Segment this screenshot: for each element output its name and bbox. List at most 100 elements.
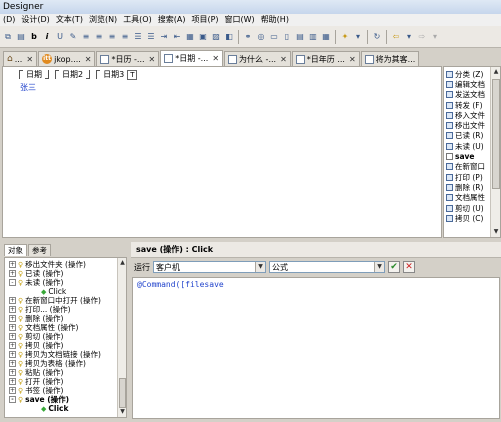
- expand-icon[interactable]: +: [9, 270, 16, 277]
- magic-wand-icon[interactable]: ✦: [339, 31, 351, 43]
- link-icon[interactable]: ⚭: [242, 31, 254, 43]
- menu-item-search[interactable]: 搜索(A): [155, 14, 189, 26]
- cancel-button[interactable]: ✕: [403, 261, 415, 273]
- form-design-canvas[interactable]: 日期 日期2 日期3 T 张三: [2, 66, 442, 238]
- menu-item-window[interactable]: 窗口(W): [222, 14, 258, 26]
- justify-icon[interactable]: ≡: [119, 31, 131, 43]
- scroll-thumb[interactable]: [492, 79, 500, 189]
- menu-item-tools[interactable]: 工具(O): [120, 14, 155, 26]
- forward-icon[interactable]: ⇨: [416, 31, 428, 43]
- close-icon[interactable]: ✕: [212, 54, 219, 63]
- tree-node[interactable]: ◆ Click: [41, 404, 68, 413]
- action-item[interactable]: 转发 (F): [446, 100, 490, 110]
- expand-icon[interactable]: +: [9, 351, 16, 358]
- bold-icon[interactable]: b: [28, 31, 40, 43]
- expand-icon[interactable]: +: [9, 315, 16, 322]
- dropdown-arrow-icon[interactable]: ▾: [352, 31, 364, 43]
- scroll-up-icon[interactable]: ▲: [118, 258, 126, 268]
- outdent-icon[interactable]: ⇤: [171, 31, 183, 43]
- tab-client[interactable]: 将为其客...: [360, 51, 420, 66]
- highlight-icon[interactable]: ✎: [67, 31, 79, 43]
- close-icon[interactable]: ✕: [149, 55, 156, 64]
- copy-icon[interactable]: ⧉: [2, 31, 14, 43]
- button-icon[interactable]: ▭: [268, 31, 280, 43]
- refresh-icon[interactable]: ↻: [371, 31, 383, 43]
- hotspot-icon[interactable]: ◎: [255, 31, 267, 43]
- scroll-down-icon[interactable]: ▼: [118, 407, 126, 417]
- formula-code-editor[interactable]: @Command([filesave: [132, 277, 500, 419]
- action-item[interactable]: 拷贝 (C): [446, 213, 490, 223]
- menu-item-view[interactable]: 浏览(N): [86, 14, 120, 26]
- expand-icon[interactable]: +: [9, 360, 16, 367]
- scroll-thumb[interactable]: [119, 378, 126, 408]
- accept-button[interactable]: ✔: [388, 261, 400, 273]
- expand-icon[interactable]: +: [9, 387, 16, 394]
- action-item[interactable]: 移出文件: [446, 120, 490, 130]
- expand-icon[interactable]: +: [9, 261, 16, 268]
- menu-item-text[interactable]: 文本(T): [53, 14, 86, 26]
- back-icon[interactable]: ⇦: [390, 31, 402, 43]
- close-icon[interactable]: ✕: [85, 55, 92, 64]
- date-field[interactable]: 日期: [19, 69, 49, 80]
- bullet-list-icon[interactable]: ☰: [132, 31, 144, 43]
- expand-icon[interactable]: +: [9, 378, 16, 385]
- date2-field[interactable]: 日期2: [55, 69, 91, 80]
- menu-item[interactable]: (D): [0, 14, 18, 26]
- menu-item-project[interactable]: 项目(P): [188, 14, 221, 26]
- run-target-select[interactable]: 客户机 ▼: [153, 261, 266, 273]
- form-text[interactable]: 张三: [20, 82, 36, 93]
- scroll-up-icon[interactable]: ▲: [491, 67, 500, 77]
- close-icon[interactable]: ✕: [26, 55, 33, 64]
- action-item-save[interactable]: save: [446, 151, 490, 161]
- image-icon[interactable]: ▨: [210, 31, 222, 43]
- italic-icon[interactable]: i: [41, 31, 53, 43]
- action-item[interactable]: 删除 (R): [446, 182, 490, 192]
- table-icon[interactable]: ▦: [184, 31, 196, 43]
- tree-scrollbar[interactable]: ▲ ▼: [117, 258, 126, 417]
- action-item[interactable]: 剪切 (U): [446, 203, 490, 213]
- tab-date[interactable]: *日期 -... ✕: [160, 50, 224, 66]
- tree-node[interactable]: - ♀ 未读 (操作): [9, 278, 63, 287]
- action-item[interactable]: 发送文档: [446, 90, 490, 100]
- menu-item-help[interactable]: 帮助(H): [258, 14, 292, 26]
- scroll-down-icon[interactable]: ▼: [491, 227, 500, 237]
- expand-icon[interactable]: +: [9, 297, 16, 304]
- align-left-icon[interactable]: ≡: [80, 31, 92, 43]
- paste-icon[interactable]: ▤: [15, 31, 27, 43]
- action-item[interactable]: 编辑文档: [446, 79, 490, 89]
- field-icon[interactable]: ▯: [281, 31, 293, 43]
- tab-home[interactable]: ⌂ ... ✕: [3, 51, 38, 66]
- tab-reference[interactable]: 参考: [28, 244, 51, 256]
- layout-icon[interactable]: ▣: [197, 31, 209, 43]
- tab-objects[interactable]: 对象: [4, 244, 27, 256]
- expand-icon[interactable]: +: [9, 333, 16, 340]
- shape-icon[interactable]: ◧: [223, 31, 235, 43]
- date3-field[interactable]: 日期3 T: [96, 69, 138, 80]
- computed-icon[interactable]: ▥: [307, 31, 319, 43]
- action-item[interactable]: 已读 (R): [446, 131, 490, 141]
- numbered-list-icon[interactable]: ☰: [145, 31, 157, 43]
- tree-node[interactable]: - ♀ save (操作): [9, 395, 69, 404]
- action-item[interactable]: 分类 (Z): [446, 69, 490, 79]
- action-item[interactable]: 未读 (U): [446, 141, 490, 151]
- expand-icon[interactable]: +: [9, 324, 16, 331]
- tab-why[interactable]: 为什么 -... ✕: [224, 51, 291, 66]
- align-center-icon[interactable]: ≡: [93, 31, 105, 43]
- indent-icon[interactable]: ⇥: [158, 31, 170, 43]
- action-item[interactable]: 文档属性: [446, 193, 490, 203]
- close-icon[interactable]: ✕: [280, 55, 287, 64]
- align-right-icon[interactable]: ≡: [106, 31, 118, 43]
- dropdown-arrow-icon[interactable]: ▾: [429, 31, 441, 43]
- embed-icon[interactable]: ▦: [320, 31, 332, 43]
- close-icon[interactable]: ✕: [349, 55, 356, 64]
- dropdown-arrow-icon[interactable]: ▾: [403, 31, 415, 43]
- expand-icon[interactable]: +: [9, 369, 16, 376]
- collapse-icon[interactable]: -: [9, 396, 16, 403]
- expand-icon[interactable]: +: [9, 342, 16, 349]
- action-scrollbar[interactable]: ▲ ▼: [490, 67, 500, 237]
- section-icon[interactable]: ▤: [294, 31, 306, 43]
- collapse-icon[interactable]: -: [9, 279, 16, 286]
- action-item[interactable]: 移入文件: [446, 110, 490, 120]
- menu-item-design[interactable]: 设计(D): [18, 14, 52, 26]
- action-item[interactable]: 打印 (P): [446, 172, 490, 182]
